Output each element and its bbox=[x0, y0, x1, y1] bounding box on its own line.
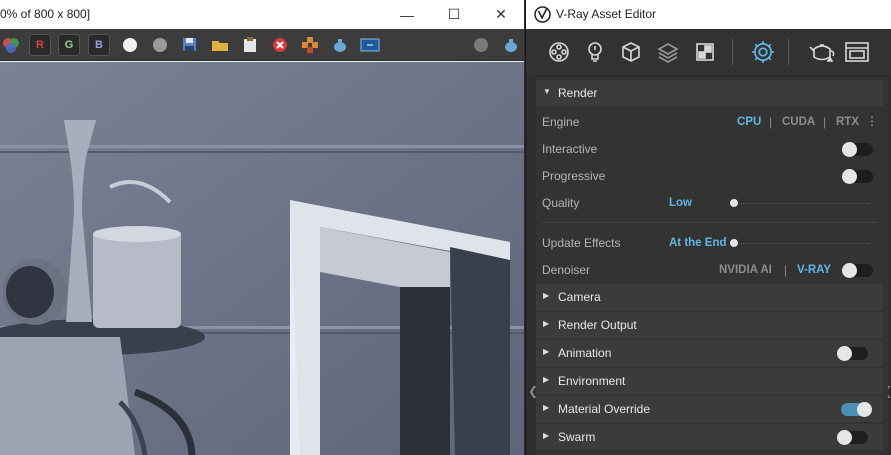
more-options-icon[interactable]: ⋮ bbox=[866, 114, 878, 128]
compare-icon[interactable] bbox=[359, 34, 381, 56]
option-separator: | bbox=[784, 263, 788, 277]
interactive-toggle[interactable] bbox=[842, 142, 873, 157]
update-effects-label: Update Effects bbox=[542, 236, 621, 250]
render-section-label: Render bbox=[558, 86, 598, 100]
progressive-label: Progressive bbox=[542, 169, 606, 183]
engine-option-cuda[interactable]: CUDA bbox=[782, 116, 815, 128]
open-folder-icon[interactable] bbox=[209, 34, 231, 56]
texture-icon[interactable] bbox=[690, 37, 720, 67]
engine-option-rtx[interactable]: RTX bbox=[836, 116, 859, 128]
save-image-icon[interactable] bbox=[179, 34, 201, 56]
environment-section-header[interactable]: ▶ Environment bbox=[536, 368, 883, 394]
collapsed-triangle-icon: ▶ bbox=[543, 291, 550, 300]
cube-icon[interactable] bbox=[616, 37, 646, 67]
engine-option-cpu[interactable]: CPU bbox=[737, 116, 761, 128]
toolbar-divider bbox=[788, 39, 789, 65]
clipboard-icon[interactable] bbox=[239, 34, 261, 56]
update-effects-row: Update Effects At the End bbox=[536, 230, 883, 256]
settings-gear-icon[interactable] bbox=[748, 37, 778, 67]
white-circle-icon[interactable] bbox=[119, 34, 141, 56]
update-effects-value: At the End bbox=[669, 237, 727, 249]
camera-section-label: Camera bbox=[558, 290, 601, 304]
denoiser-toggle[interactable] bbox=[842, 263, 873, 278]
layers-icon[interactable] bbox=[653, 37, 683, 67]
asset-editor-window: V-Ray Asset Editor ❮ ❮ bbox=[525, 0, 891, 455]
update-effects-slider[interactable] bbox=[730, 238, 870, 248]
quality-value: Low bbox=[669, 197, 692, 209]
progressive-toggle[interactable] bbox=[842, 169, 873, 184]
collapsed-triangle-icon: ▶ bbox=[543, 375, 550, 384]
engine-row: Engine CPU | CUDA | RTX ⋮ bbox=[536, 109, 883, 135]
denoiser-option-vray[interactable]: V-RAY bbox=[797, 264, 831, 276]
toolbar-divider bbox=[732, 39, 733, 65]
teapot-icon[interactable] bbox=[807, 37, 837, 67]
render-output-section-header[interactable]: ▶ Render Output bbox=[536, 312, 883, 338]
render-section-header[interactable]: ▼ Render bbox=[536, 80, 883, 106]
asset-editor-toolbar bbox=[526, 29, 891, 75]
swarm-section-header[interactable]: ▶ Swarm bbox=[536, 424, 883, 450]
material-override-section-label: Material Override bbox=[558, 402, 651, 416]
swarm-toggle[interactable] bbox=[837, 430, 868, 445]
divider bbox=[542, 222, 877, 223]
frame-buffer-toolbar: R G B bbox=[0, 29, 524, 61]
region-render-icon[interactable] bbox=[299, 34, 321, 56]
light-icon[interactable] bbox=[580, 37, 610, 67]
minimize-button[interactable]: — bbox=[384, 0, 430, 29]
render-settings-panel: ▼ Render Engine CPU | CUDA | RTX ⋮ Inter… bbox=[536, 77, 888, 455]
environment-section-label: Environment bbox=[558, 374, 626, 388]
camera-section-header[interactable]: ▶ Camera bbox=[536, 284, 883, 310]
render-canvas[interactable] bbox=[0, 62, 524, 455]
frame-buffer-window: 0% of 800 x 800] — ☐ ✕ R G B bbox=[0, 0, 524, 455]
animation-section-label: Animation bbox=[558, 346, 612, 360]
gray-circle-icon[interactable] bbox=[149, 34, 171, 56]
frame-buffer-title-bar: 0% of 800 x 800] — ☐ ✕ bbox=[0, 0, 524, 29]
update-effects-slider-handle[interactable] bbox=[730, 239, 738, 247]
clear-image-icon[interactable] bbox=[269, 34, 291, 56]
engine-label: Engine bbox=[542, 115, 580, 129]
option-separator: | bbox=[769, 115, 773, 129]
vray-logo-icon bbox=[534, 6, 551, 23]
swarm-section-label: Swarm bbox=[558, 430, 596, 444]
blue-channel-button[interactable]: B bbox=[88, 34, 110, 56]
teapot-render-icon[interactable] bbox=[500, 34, 522, 56]
asset-editor-title-bar: V-Ray Asset Editor bbox=[526, 0, 891, 29]
stop-render-icon[interactable] bbox=[470, 34, 492, 56]
denoiser-row: Denoiser NVIDIA AI | V-RAY bbox=[536, 257, 883, 283]
expanded-triangle-icon: ▼ bbox=[543, 87, 551, 96]
denoiser-option-nvidia[interactable]: NVIDIA AI bbox=[719, 264, 772, 276]
collapsed-triangle-icon: ▶ bbox=[543, 403, 550, 412]
color-correction-icon[interactable] bbox=[0, 34, 22, 56]
quality-slider-handle[interactable] bbox=[730, 199, 738, 207]
denoiser-label: Denoiser bbox=[542, 263, 591, 277]
geometry-icon[interactable] bbox=[544, 37, 574, 67]
interactive-row: Interactive bbox=[536, 136, 883, 162]
material-override-section-header[interactable]: ▶ Material Override bbox=[536, 396, 883, 422]
quality-slider[interactable] bbox=[730, 198, 870, 208]
interactive-label: Interactive bbox=[542, 142, 598, 156]
maximize-button[interactable]: ☐ bbox=[431, 0, 477, 29]
asset-editor-title: V-Ray Asset Editor bbox=[556, 7, 657, 21]
material-override-toggle[interactable] bbox=[841, 402, 872, 417]
option-separator: | bbox=[823, 115, 827, 129]
collapsed-triangle-icon: ▶ bbox=[543, 319, 550, 328]
quality-row: Quality Low bbox=[536, 190, 883, 216]
red-channel-button[interactable]: R bbox=[29, 34, 51, 56]
collapsed-triangle-icon: ▶ bbox=[543, 431, 550, 440]
animation-section-header[interactable]: ▶ Animation bbox=[536, 340, 883, 366]
render-output-section-label: Render Output bbox=[558, 318, 637, 332]
collapsed-triangle-icon: ▶ bbox=[543, 347, 550, 356]
animation-toggle[interactable] bbox=[837, 346, 868, 361]
render-window-icon[interactable] bbox=[842, 37, 872, 67]
progressive-row: Progressive bbox=[536, 163, 883, 189]
frame-buffer-title: 0% of 800 x 800] bbox=[0, 7, 91, 21]
render-teapot-icon[interactable] bbox=[329, 34, 351, 56]
green-channel-button[interactable]: G bbox=[58, 34, 80, 56]
close-button[interactable]: ✕ bbox=[478, 0, 524, 29]
quality-label: Quality bbox=[542, 196, 580, 210]
